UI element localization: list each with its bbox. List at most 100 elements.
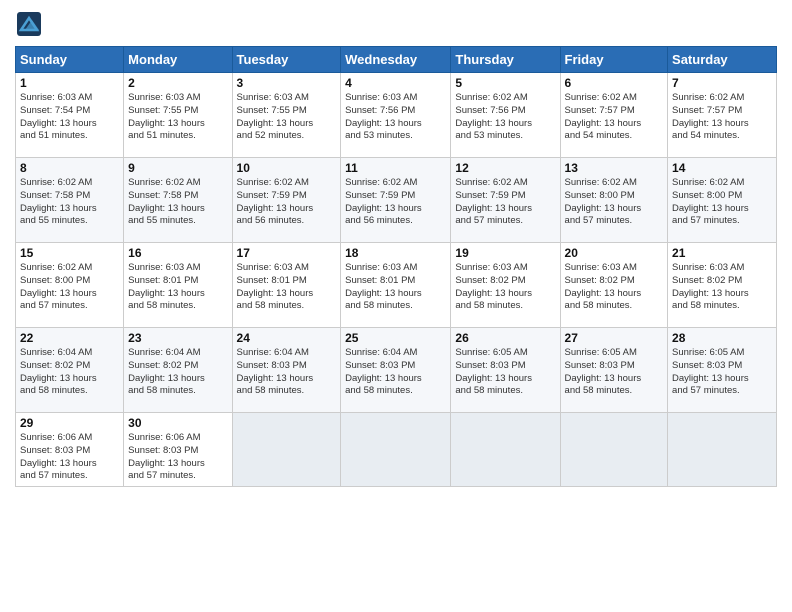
calendar-cell: 9 Sunrise: 6:02 AM Sunset: 7:58 PM Daylig… [124,158,232,243]
day-info: Sunrise: 6:04 AM Sunset: 8:03 PM Dayligh… [345,347,446,398]
calendar-cell: 21 Sunrise: 6:03 AM Sunset: 8:02 PM Dayli… [668,243,777,328]
calendar-cell: 25 Sunrise: 6:04 AM Sunset: 8:03 PM Dayli… [341,328,451,413]
calendar-cell: 26Sunrise: 6:05 AM Sunset: 8:03 PM Dayli… [451,328,560,413]
calendar-cell: 28Sunrise: 6:05 AM Sunset: 8:03 PM Dayli… [668,328,777,413]
day-number: 15 [20,246,119,260]
day-info: Sunrise: 6:04 AM Sunset: 8:03 PM Dayligh… [237,347,337,398]
calendar-cell: 4 Sunrise: 6:03 AM Sunset: 7:56 PM Daylig… [341,73,451,158]
day-number: 25 [345,331,446,345]
day-number: 20 [565,246,664,260]
day-info: Sunrise: 6:04 AM Sunset: 8:02 PM Dayligh… [128,347,227,398]
day-number: 9 [128,161,227,175]
calendar-cell [341,413,451,487]
day-info: Sunrise: 6:03 AM Sunset: 7:55 PM Dayligh… [237,92,337,143]
calendar-cell: 23 Sunrise: 6:04 AM Sunset: 8:02 PM Dayli… [124,328,232,413]
calendar-cell: 12 Sunrise: 6:02 AM Sunset: 7:59 PM Dayli… [451,158,560,243]
day-number: 19 [455,246,555,260]
calendar-cell: 30 Sunrise: 6:06 AM Sunset: 8:03 PM Dayli… [124,413,232,487]
day-info: Sunrise: 6:03 AM Sunset: 8:02 PM Dayligh… [672,262,772,313]
calendar-cell: 24 Sunrise: 6:04 AM Sunset: 8:03 PM Dayli… [232,328,341,413]
calendar-cell: 17Sunrise: 6:03 AM Sunset: 8:01 PM Dayli… [232,243,341,328]
day-number: 18 [345,246,446,260]
day-info: Sunrise: 6:04 AM Sunset: 8:02 PM Dayligh… [20,347,119,398]
day-info: Sunrise: 6:03 AM Sunset: 7:55 PM Dayligh… [128,92,227,143]
day-info: Sunrise: 6:02 AM Sunset: 7:58 PM Dayligh… [20,177,119,228]
day-number: 23 [128,331,227,345]
day-number: 22 [20,331,119,345]
calendar-cell [560,413,668,487]
weekday-header-tuesday: Tuesday [232,47,341,73]
calendar-cell: 14 Sunrise: 6:02 AM Sunset: 8:00 PM Dayli… [668,158,777,243]
calendar-cell: 27 Sunrise: 6:05 AM Sunset: 8:03 PM Dayli… [560,328,668,413]
calendar-cell: 7Sunrise: 6:02 AM Sunset: 7:57 PM Daylig… [668,73,777,158]
day-info: Sunrise: 6:03 AM Sunset: 7:54 PM Dayligh… [20,92,119,143]
weekday-header-wednesday: Wednesday [341,47,451,73]
calendar-cell: 16 Sunrise: 6:03 AM Sunset: 8:01 PM Dayli… [124,243,232,328]
calendar-cell: 2 Sunrise: 6:03 AM Sunset: 7:55 PM Daylig… [124,73,232,158]
calendar-cell [668,413,777,487]
week-row-1: 1 Sunrise: 6:03 AM Sunset: 7:54 PM Daylig… [16,73,777,158]
logo-icon [15,10,43,38]
day-number: 24 [237,331,337,345]
day-info: Sunrise: 6:06 AM Sunset: 8:03 PM Dayligh… [128,432,227,483]
day-number: 21 [672,246,772,260]
logo [15,10,47,38]
day-number: 2 [128,76,227,90]
calendar-cell: 22 Sunrise: 6:04 AM Sunset: 8:02 PM Dayli… [16,328,124,413]
day-number: 6 [565,76,664,90]
day-info: Sunrise: 6:03 AM Sunset: 8:01 PM Dayligh… [128,262,227,313]
day-info: Sunrise: 6:02 AM Sunset: 7:57 PM Dayligh… [672,92,772,143]
day-number: 5 [455,76,555,90]
day-info: Sunrise: 6:02 AM Sunset: 7:59 PM Dayligh… [237,177,337,228]
day-info: Sunrise: 6:02 AM Sunset: 8:00 PM Dayligh… [672,177,772,228]
day-number: 11 [345,161,446,175]
calendar-cell: 11 Sunrise: 6:02 AM Sunset: 7:59 PM Dayli… [341,158,451,243]
day-info: Sunrise: 6:03 AM Sunset: 8:02 PM Dayligh… [455,262,555,313]
day-number: 12 [455,161,555,175]
week-row-5: 29Sunrise: 6:06 AM Sunset: 8:03 PM Dayli… [16,413,777,487]
day-number: 30 [128,416,227,430]
day-info: Sunrise: 6:05 AM Sunset: 8:03 PM Dayligh… [672,347,772,398]
day-info: Sunrise: 6:05 AM Sunset: 8:03 PM Dayligh… [565,347,664,398]
day-number: 8 [20,161,119,175]
page-container: SundayMondayTuesdayWednesdayThursdayFrid… [0,0,792,497]
calendar-cell: 8 Sunrise: 6:02 AM Sunset: 7:58 PM Daylig… [16,158,124,243]
calendar-cell: 13 Sunrise: 6:02 AM Sunset: 8:00 PM Dayli… [560,158,668,243]
day-info: Sunrise: 6:02 AM Sunset: 8:00 PM Dayligh… [20,262,119,313]
day-info: Sunrise: 6:02 AM Sunset: 7:58 PM Dayligh… [128,177,227,228]
day-number: 27 [565,331,664,345]
day-info: Sunrise: 6:03 AM Sunset: 8:02 PM Dayligh… [565,262,664,313]
calendar-cell: 10 Sunrise: 6:02 AM Sunset: 7:59 PM Dayli… [232,158,341,243]
calendar-cell: 5Sunrise: 6:02 AM Sunset: 7:56 PM Daylig… [451,73,560,158]
calendar-cell [232,413,341,487]
weekday-header-sunday: Sunday [16,47,124,73]
day-number: 16 [128,246,227,260]
day-number: 26 [455,331,555,345]
calendar-cell: 29Sunrise: 6:06 AM Sunset: 8:03 PM Dayli… [16,413,124,487]
day-info: Sunrise: 6:02 AM Sunset: 8:00 PM Dayligh… [565,177,664,228]
day-info: Sunrise: 6:03 AM Sunset: 7:56 PM Dayligh… [345,92,446,143]
day-info: Sunrise: 6:02 AM Sunset: 7:57 PM Dayligh… [565,92,664,143]
weekday-header-thursday: Thursday [451,47,560,73]
day-number: 13 [565,161,664,175]
weekday-header-monday: Monday [124,47,232,73]
calendar-cell: 20 Sunrise: 6:03 AM Sunset: 8:02 PM Dayli… [560,243,668,328]
week-row-4: 22 Sunrise: 6:04 AM Sunset: 8:02 PM Dayli… [16,328,777,413]
calendar-cell: 19 Sunrise: 6:03 AM Sunset: 8:02 PM Dayli… [451,243,560,328]
day-info: Sunrise: 6:02 AM Sunset: 7:59 PM Dayligh… [455,177,555,228]
calendar-table: SundayMondayTuesdayWednesdayThursdayFrid… [15,46,777,487]
header [15,10,777,38]
day-info: Sunrise: 6:02 AM Sunset: 7:59 PM Dayligh… [345,177,446,228]
week-row-2: 8 Sunrise: 6:02 AM Sunset: 7:58 PM Daylig… [16,158,777,243]
day-info: Sunrise: 6:03 AM Sunset: 8:01 PM Dayligh… [237,262,337,313]
day-info: Sunrise: 6:03 AM Sunset: 8:01 PM Dayligh… [345,262,446,313]
day-number: 10 [237,161,337,175]
calendar-cell [451,413,560,487]
day-number: 3 [237,76,337,90]
calendar-cell: 1 Sunrise: 6:03 AM Sunset: 7:54 PM Daylig… [16,73,124,158]
day-number: 14 [672,161,772,175]
day-number: 4 [345,76,446,90]
weekday-header-row: SundayMondayTuesdayWednesdayThursdayFrid… [16,47,777,73]
day-number: 1 [20,76,119,90]
calendar-cell: 6 Sunrise: 6:02 AM Sunset: 7:57 PM Daylig… [560,73,668,158]
